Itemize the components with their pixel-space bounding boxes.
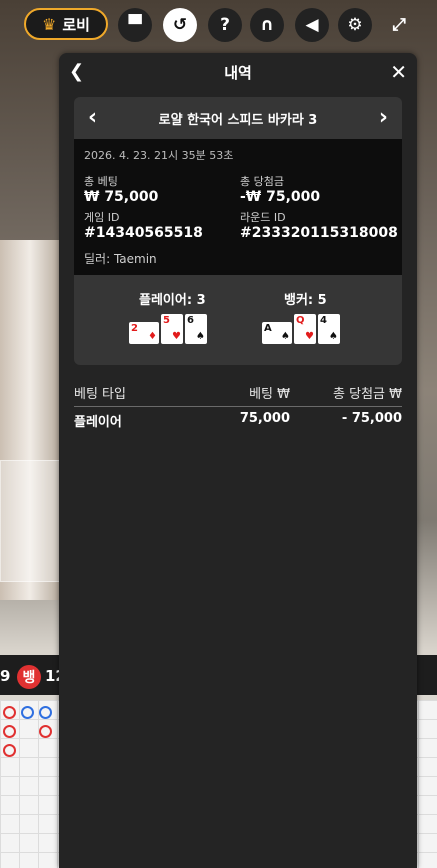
player-cards: 2 ♦ 5 ♥ 6 ♠ (129, 314, 207, 344)
playing-card: A ♠ (262, 322, 292, 344)
round-id-label: 라운드 ID (240, 211, 286, 224)
history-button[interactable]: ↺ (163, 8, 197, 42)
road-mark (39, 725, 52, 738)
fullscreen-button[interactable]: ⤢ (382, 8, 416, 42)
stat-count-left: 9 (0, 667, 11, 685)
round-detail-card: ‹ 로얄 한국어 스피드 바카라 3 › 2026. 4. 23. 21시 35… (74, 97, 402, 365)
card-suit-icon: ♥ (305, 331, 314, 342)
round-id-value: #233320115318008 (240, 225, 398, 241)
row-bet-amount: 75,000 (239, 411, 290, 426)
panel-header: ❮ 내역 ✕ (59, 53, 417, 91)
row-bet-type: 플레이어 (74, 415, 122, 430)
banker-score: 뱅커: 5 (284, 293, 327, 308)
game-name: 로얄 한국어 스피드 바카라 3 (158, 112, 318, 128)
bet-table-header: 베팅 타입 베팅 ₩ 총 당첨금 ₩ (74, 383, 402, 407)
chevron-right-icon[interactable]: › (379, 105, 388, 130)
road-mark (39, 706, 52, 719)
history-icon: ↺ (172, 15, 188, 35)
top-toolbar: ♛ 로비 ▀ ↺ ? ∩ ◀ ⚙ ⤢ (0, 8, 437, 42)
lobby-label: 로비 (62, 15, 90, 34)
back-icon[interactable]: ❮ (69, 61, 84, 82)
road-mark (21, 706, 34, 719)
game-header: ‹ 로얄 한국어 스피드 바카라 3 › (74, 97, 402, 139)
panel-title: 내역 (224, 63, 252, 82)
game-id-label: 게임 ID (84, 211, 120, 224)
header-bet-type: 베팅 타입 (74, 387, 126, 402)
chat-button[interactable]: ▀ (118, 8, 152, 42)
headset-icon: ∩ (260, 15, 274, 35)
history-panel: ❮ 내역 ✕ ‹ 로얄 한국어 스피드 바카라 3 › 2026. 4. 23.… (59, 53, 417, 868)
playing-card: 4 ♠ (318, 314, 340, 344)
fullscreen-icon: ⤢ (392, 15, 406, 35)
card-suit-icon: ♠ (329, 331, 338, 342)
settings-icon: ⚙ (347, 15, 363, 35)
card-suit-icon: ♦ (148, 331, 157, 342)
card-suit-icon: ♠ (196, 331, 205, 342)
background-table (0, 460, 62, 582)
total-win-label: 총 당첨금 (240, 175, 284, 188)
card-rank: Q (296, 315, 305, 326)
road-mark (3, 725, 16, 738)
card-rank: 6 (187, 315, 194, 326)
help-button[interactable]: ? (208, 8, 242, 42)
card-rank: 2 (131, 323, 138, 334)
card-rank: 5 (163, 315, 170, 326)
playing-card: 6 ♠ (185, 314, 207, 344)
playing-card: 5 ♥ (161, 314, 183, 344)
round-result: 플레이어: 3 뱅커: 5 2 ♦ 5 ♥ 6 ♠ A ♠ Q ♥ 4 ♠ (74, 275, 402, 365)
card-suit-icon: ♥ (172, 331, 181, 342)
card-rank: 4 (320, 315, 327, 326)
banker-badge: 뱅 (17, 665, 41, 689)
lobby-button[interactable]: ♛ 로비 (24, 8, 108, 40)
card-rank: A (264, 323, 272, 334)
sound-button[interactable]: ◀ (295, 8, 329, 42)
total-bet-label: 총 베팅 (84, 175, 118, 188)
road-mark (3, 744, 16, 757)
total-bet-value: ₩ 75,000 (84, 189, 159, 205)
banker-cards: A ♠ Q ♥ 4 ♠ (262, 314, 340, 344)
playing-card: 2 ♦ (129, 322, 159, 344)
bet-table: 베팅 타입 베팅 ₩ 총 당첨금 ₩ 플레이어 75,000 - 75,000 (74, 383, 402, 430)
total-win-value: -₩ 75,000 (240, 189, 321, 205)
game-id-value: #14340565518 (84, 225, 203, 241)
volume-icon: ◀ (305, 15, 319, 35)
support-button[interactable]: ∩ (250, 8, 284, 42)
settings-button[interactable]: ⚙ (338, 8, 372, 42)
dealer-name: 딜러: Taemin (84, 252, 157, 266)
playing-card: Q ♥ (294, 314, 316, 344)
header-bet-amount: 베팅 ₩ (249, 387, 290, 402)
crown-icon: ♛ (42, 14, 57, 34)
chat-icon: ▀ (128, 15, 142, 35)
close-icon[interactable]: ✕ (390, 60, 407, 84)
help-icon: ? (220, 15, 230, 35)
player-score: 플레이어: 3 (139, 293, 206, 308)
header-total-win: 총 당첨금 ₩ (333, 387, 402, 402)
road-mark (3, 706, 16, 719)
round-datetime: 2026. 4. 23. 21시 35분 53초 (84, 149, 234, 162)
row-total-win: - 75,000 (341, 411, 402, 426)
table-row: 플레이어 75,000 - 75,000 (74, 407, 402, 430)
card-suit-icon: ♠ (281, 331, 290, 342)
chevron-left-icon[interactable]: ‹ (88, 105, 97, 130)
round-info: 2026. 4. 23. 21시 35분 53초 총 베팅 ₩ 75,000 총… (74, 139, 402, 275)
